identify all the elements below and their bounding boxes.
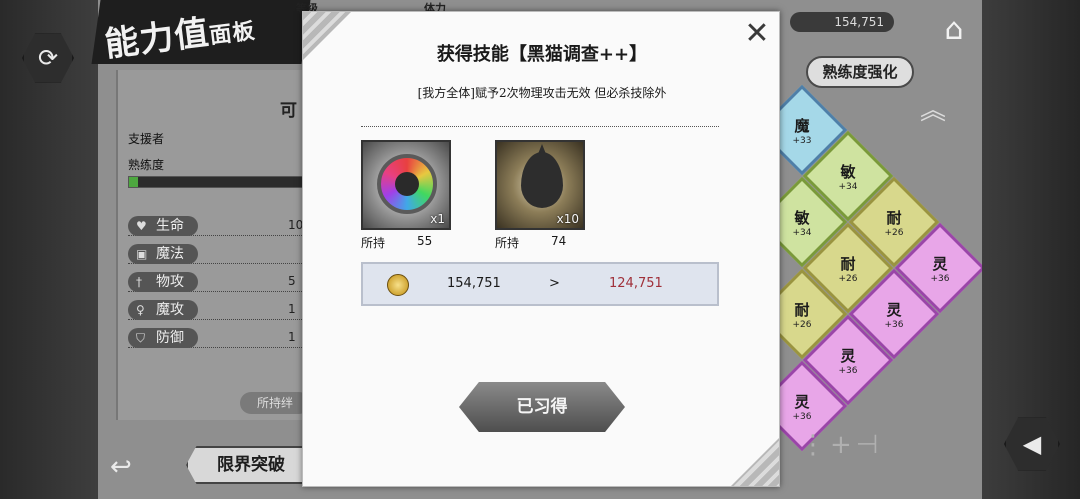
tile-value: +36 [930,273,950,284]
item-slot-rainbow-orb: x1 [361,140,451,230]
stat-matk-label: 魔攻 [156,302,184,318]
remaining-currency: 124,751 [609,276,663,291]
tile-name: 敏 [794,208,810,227]
skill-description: [我方全体]赋予2次物理攻击无效 但必杀技除外 [417,86,667,100]
panel-heading: 可 [280,101,297,121]
tile-value: +36 [792,411,812,422]
stat-matk-pill: ♀ 魔攻 [128,300,198,320]
staff-icon: ♀ [136,303,145,317]
dark-drop-icon [521,152,563,208]
back-arrow-icon: ↩ [110,452,132,482]
tile-value: +26 [838,273,858,284]
owned-label: 所持 [495,236,520,250]
limit-break-button[interactable]: 限界突破 [186,446,316,484]
owned-label: 所持 [361,236,386,250]
stat-hp-label: 生命 [156,218,184,234]
stat-row-hp: ♥ 生命 10 [128,216,308,236]
current-currency: 154,751 [447,276,501,291]
stat-row-matk: ♀ 魔攻 1 [128,300,308,320]
tile-value: +36 [838,365,858,376]
stat-hp-pill: ♥ 生命 [128,216,198,236]
dialog-title: 获得技能【黑猫调查++】 [436,44,648,65]
refresh-icon: ⟳ [37,44,59,72]
tile-name: 耐 [886,208,902,227]
stat-mp-label: 魔法 [156,246,184,262]
item-slot-dark-drop: x10 [495,140,585,230]
tile-value: +26 [884,227,904,238]
mastery-progress-fill [129,177,138,187]
item-quantity: x10 [556,212,579,226]
tile-value: +34 [838,181,858,192]
tile-value: +34 [792,227,812,238]
mastery-progress-bar [128,176,308,188]
divider [361,126,719,127]
tile-value: +36 [884,319,904,330]
owned-bond-badge: 所持绊 [240,392,310,414]
skill-acquired-dialog: ✕ 获得技能【黑猫调查++】 [我方全体]赋予2次物理攻击无效 但必杀技除外 x… [302,11,780,487]
stat-hp-value: 10 [288,218,304,232]
mastery-board: 魔 +33 敏 +34 敏 +34 耐 +26 耐 +26 灵 +36 耐 +26 灵 +36 … [778,70,982,490]
stat-def-label: 防御 [156,330,184,346]
currency-cost-box: 154,751 > 124,751 [361,262,719,306]
gold-coin-icon [387,274,409,296]
sword-icon: † [136,275,142,289]
tile-name: 魔 [794,116,810,135]
corner-decoration [731,438,779,486]
heart-icon: ♥ [136,219,147,233]
tile-name: 耐 [840,254,856,273]
stat-row-def: ⛉ 防御 1 [128,328,308,348]
role-label: 支援者 [128,132,165,146]
stat-row-mp: ▣ 魔法 [128,244,308,264]
speaker-icon: ◀ [1022,430,1042,458]
home-button[interactable]: ⌂ [932,10,976,50]
tile-name: 灵 [794,392,810,411]
orb-core [395,172,419,196]
owned-value: 74 [551,234,567,248]
tile-value: +26 [792,319,812,330]
magic-icon: ▣ [136,247,148,261]
stat-patk-value: 5 [288,274,296,288]
rainbow-orb-icon [377,154,437,214]
stat-patk-label: 物攻 [156,274,184,290]
tile-name: 灵 [932,254,948,273]
back-button[interactable]: ↩ [110,452,132,482]
mastery-label: 熟练度 [128,158,165,172]
owned-count-rainbow: 所持 55 [361,234,432,251]
tile-name: 耐 [794,300,810,319]
currency-display: 154,751 [790,12,894,32]
stat-def-pill: ⛉ 防御 [128,328,198,348]
stat-mp-pill: ▣ 魔法 [128,244,198,264]
board-connector-icon: ⋮+⊣ [800,430,883,460]
shield-icon: ⛉ [136,331,146,345]
learned-button[interactable]: 已习得 [459,382,625,432]
tile-name: 灵 [886,300,902,319]
stat-def-value: 1 [288,330,296,344]
owned-count-dark: 所持 74 [495,234,566,251]
cost-arrow: > [549,276,560,291]
stat-matk-value: 1 [288,302,296,316]
stat-row-patk: † 物攻 5 [128,272,308,292]
stat-patk-pill: † 物攻 [128,272,198,292]
owned-value: 55 [417,234,433,248]
tile-name: 灵 [840,346,856,365]
tile-name: 敏 [840,162,856,181]
home-icon: ⌂ [944,12,964,47]
tile-value: +33 [792,135,812,146]
item-quantity: x1 [430,212,445,226]
